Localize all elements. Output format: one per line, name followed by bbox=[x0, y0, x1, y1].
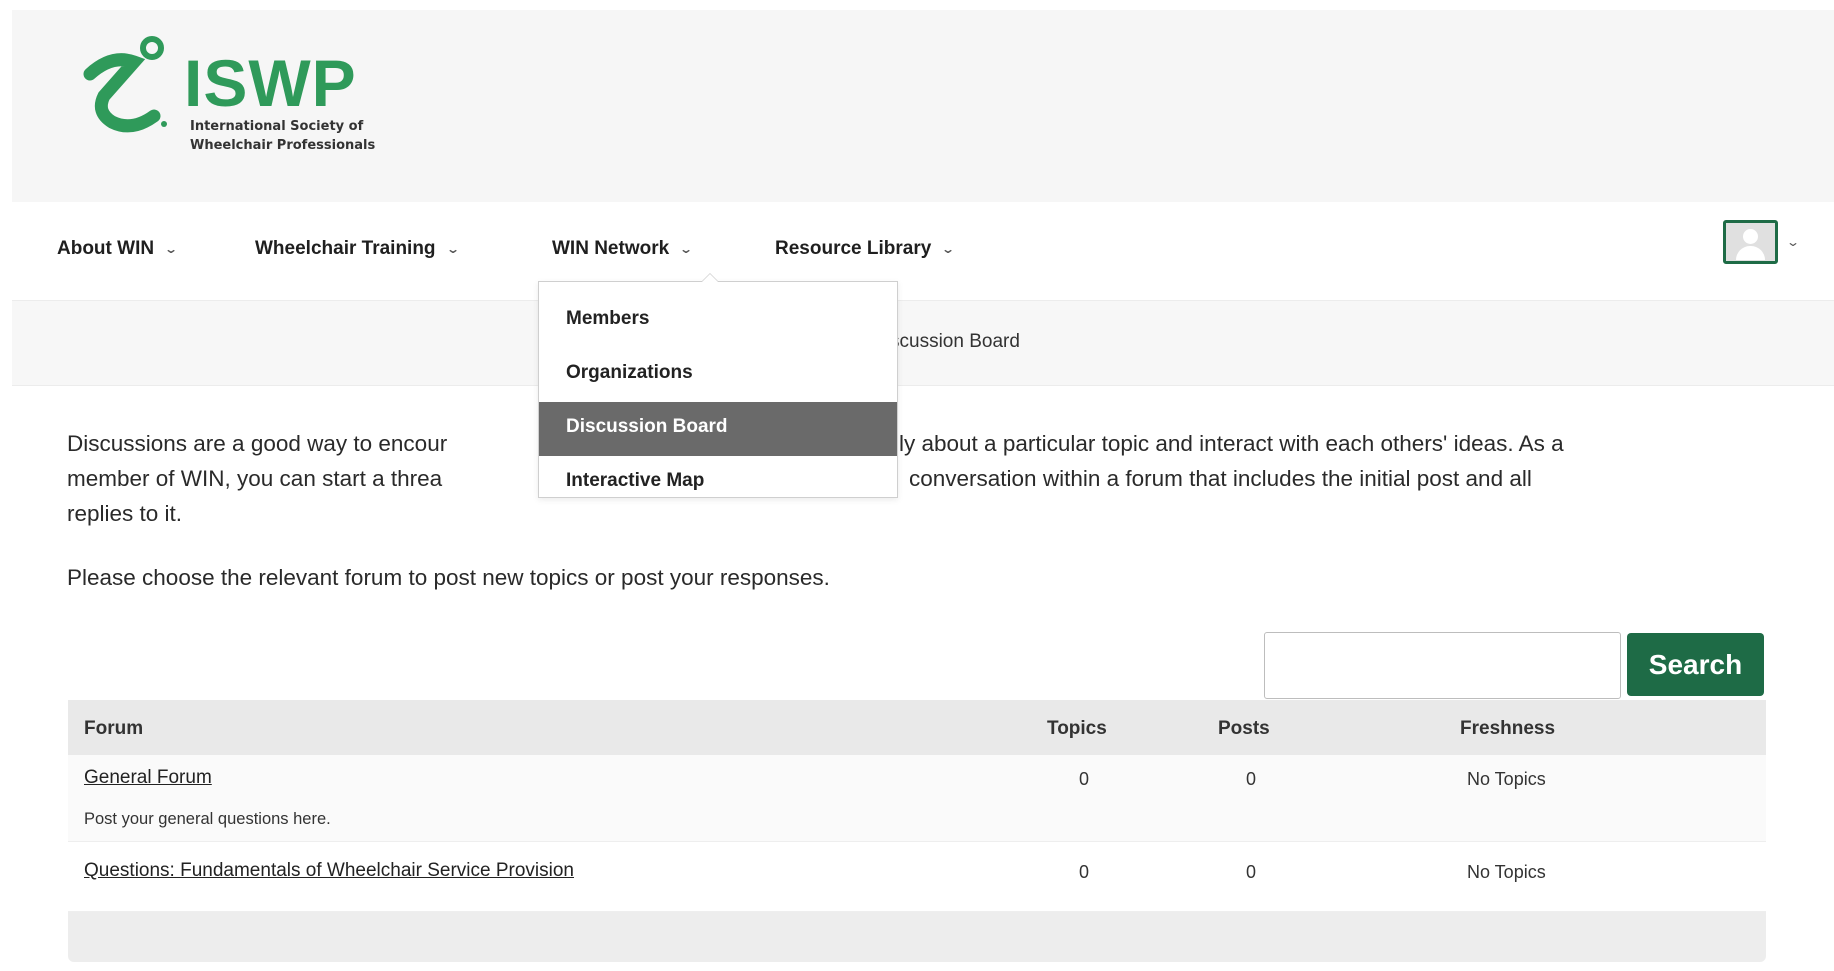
logo-subtitle-line1: International Society of bbox=[190, 119, 364, 134]
search-button[interactable]: Search bbox=[1627, 633, 1764, 696]
menu-item-discussion-board[interactable]: Discussion Board bbox=[539, 402, 897, 456]
column-header-topics: Topics bbox=[1047, 718, 1107, 739]
table-footer bbox=[68, 912, 1766, 962]
intro-line1-left: Discussions are a good way to encour bbox=[67, 431, 448, 456]
column-header-posts: Posts bbox=[1218, 718, 1270, 739]
nav-item-label: WIN Network bbox=[552, 238, 670, 259]
nav-item-wheelchair-training[interactable]: Wheelchair Training ⌄ bbox=[255, 238, 460, 260]
nav-item-label: Wheelchair Training bbox=[255, 238, 436, 259]
chevron-down-icon[interactable]: ⌄ bbox=[1786, 235, 1800, 249]
topics-count: 0 bbox=[1079, 769, 1090, 789]
chevron-down-icon: ⌄ bbox=[164, 242, 179, 256]
forum-description: Post your general questions here. bbox=[84, 810, 331, 828]
choose-forum-text: Please choose the relevant forum to post… bbox=[67, 565, 830, 590]
topics-count: 0 bbox=[1079, 862, 1090, 882]
table-header: Forum Topics Posts Freshness bbox=[68, 700, 1766, 755]
intro-line2-right: conversation within a forum that include… bbox=[909, 466, 1532, 491]
intro-line3: replies to it. bbox=[67, 501, 183, 526]
logo-text: ISWP International Society of Wheelchair… bbox=[184, 36, 375, 154]
forum-link[interactable]: Questions: Fundamentals of Wheelchair Se… bbox=[84, 860, 574, 882]
table-row: Questions: Fundamentals of Wheelchair Se… bbox=[68, 842, 1766, 912]
chevron-down-icon: ⌄ bbox=[941, 242, 956, 256]
user-avatar-icon[interactable] bbox=[1722, 220, 1778, 264]
intro-line2-left: member of WIN, you can start a threa bbox=[67, 466, 443, 491]
intro-paragraph: Discussions are a good way to encour ly … bbox=[67, 426, 1767, 531]
win-network-dropdown: Members Organizations Discussion Board I… bbox=[538, 273, 898, 498]
breadcrumb[interactable]: scussion Board bbox=[890, 331, 1020, 353]
posts-count: 0 bbox=[1246, 862, 1257, 882]
freshness-value: No Topics bbox=[1467, 862, 1546, 882]
wheelchair-swirl-icon bbox=[83, 36, 167, 133]
menu-item-interactive-map[interactable]: Interactive Map bbox=[539, 456, 897, 510]
search-input[interactable] bbox=[1264, 632, 1621, 699]
column-header-freshness: Freshness bbox=[1460, 718, 1556, 739]
menu-item-organizations[interactable]: Organizations bbox=[539, 348, 897, 402]
nav-item-resource-library[interactable]: Resource Library ⌄ bbox=[775, 238, 956, 260]
menu-item-members[interactable]: Members bbox=[539, 294, 897, 348]
iswp-logo[interactable]: ISWP International Society of Wheelchair… bbox=[82, 36, 375, 154]
freshness-value: No Topics bbox=[1467, 769, 1546, 789]
nav-item-label: Resource Library bbox=[775, 238, 932, 259]
chevron-down-icon: ⌄ bbox=[445, 242, 460, 256]
nav-item-label: About WIN bbox=[57, 238, 155, 259]
user-menu[interactable]: ⌄ bbox=[1722, 220, 1800, 264]
intro-line1-right: ly about a particular topic and interact… bbox=[899, 431, 1564, 456]
chevron-down-icon: ⌄ bbox=[679, 242, 694, 256]
forum-table: Forum Topics Posts Freshness General For… bbox=[68, 700, 1766, 962]
site-header: ISWP International Society of Wheelchair… bbox=[12, 10, 1834, 202]
forum-link[interactable]: General Forum bbox=[84, 767, 212, 789]
column-header-forum: Forum bbox=[84, 718, 144, 739]
nav-item-about-win[interactable]: About WIN ⌄ bbox=[57, 238, 179, 260]
breadcrumb-bar: scussion Board bbox=[12, 300, 1834, 386]
logo-subtitle-line2: Wheelchair Professionals bbox=[190, 138, 376, 153]
table-row: General Forum Post your general question… bbox=[68, 755, 1766, 842]
main-nav: About WIN ⌄ Wheelchair Training ⌄ WIN Ne… bbox=[12, 204, 1834, 294]
logo-wordmark: ISWP bbox=[184, 46, 357, 120]
nav-item-win-network[interactable]: WIN Network ⌄ bbox=[552, 238, 694, 260]
posts-count: 0 bbox=[1246, 769, 1257, 789]
